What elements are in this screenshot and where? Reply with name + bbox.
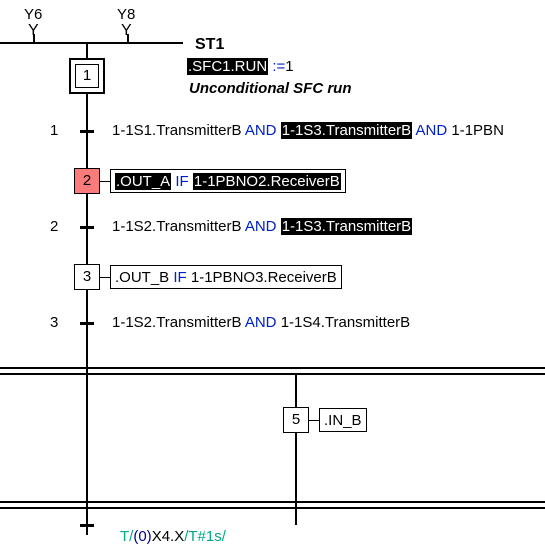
transition-1-bar[interactable] — [80, 130, 94, 133]
step-3-action[interactable]: .OUT_B IF 1-1PBNO3.ReceiverB — [110, 265, 342, 289]
action-link — [100, 277, 110, 278]
transition-1-label: 1 — [50, 122, 58, 139]
rail-stub — [127, 34, 129, 42]
transition-3-bar[interactable] — [80, 322, 94, 325]
sfc-trunk — [86, 44, 88, 379]
cmd-target: .SFC1.RUN — [187, 58, 268, 75]
simultaneous-join-top — [0, 501, 545, 503]
action-link — [309, 420, 319, 421]
step-5[interactable]: 5 — [283, 407, 309, 433]
step-3[interactable]: 3 — [74, 264, 100, 290]
simultaneous-bar-top — [0, 367, 545, 369]
top-rail — [0, 42, 183, 44]
action-link — [100, 181, 110, 182]
step-2[interactable]: 2 — [74, 168, 100, 194]
sfc-run-command: .SFC1.RUN :=1 — [187, 58, 294, 75]
axis-label-y6: Y6 — [24, 6, 42, 23]
transition-3-expression: 1-1S2.TransmitterB AND 1-1S4.Transmitter… — [112, 314, 410, 331]
transition-2-expression: 1-1S2.TransmitterB AND 1-1S3.Transmitter… — [112, 218, 412, 235]
program-title: ST1 — [195, 36, 224, 54]
rail-stub — [33, 34, 35, 42]
transition-bottom-bar[interactable] — [80, 524, 94, 527]
step-2-action[interactable]: .OUT_A IF 1-1PBNO2.ReceiverB — [110, 169, 346, 193]
simultaneous-bar-bottom — [0, 373, 545, 375]
transition-2-bar[interactable] — [80, 226, 94, 229]
bottom-timer-expression: T/(0)X4.X/T#1s/ — [120, 528, 226, 545]
sfc-run-comment: Unconditional SFC run — [189, 80, 352, 97]
branch-left-vline — [86, 375, 88, 535]
step-5-action[interactable]: .IN_B — [319, 408, 367, 432]
sfc-diagram: Y6 Y8 Y Y 1 ST1 .SFC1.RUN :=1 Unconditio… — [0, 0, 545, 545]
transition-2-label: 2 — [50, 218, 58, 235]
step-1-number: 1 — [75, 64, 99, 88]
transition-1-expression: 1-1S1.TransmitterB AND 1-1S3.Transmitter… — [112, 122, 504, 139]
transition-3-label: 3 — [50, 314, 58, 331]
simultaneous-join-bottom — [0, 507, 545, 509]
axis-label-y8: Y8 — [117, 6, 135, 23]
